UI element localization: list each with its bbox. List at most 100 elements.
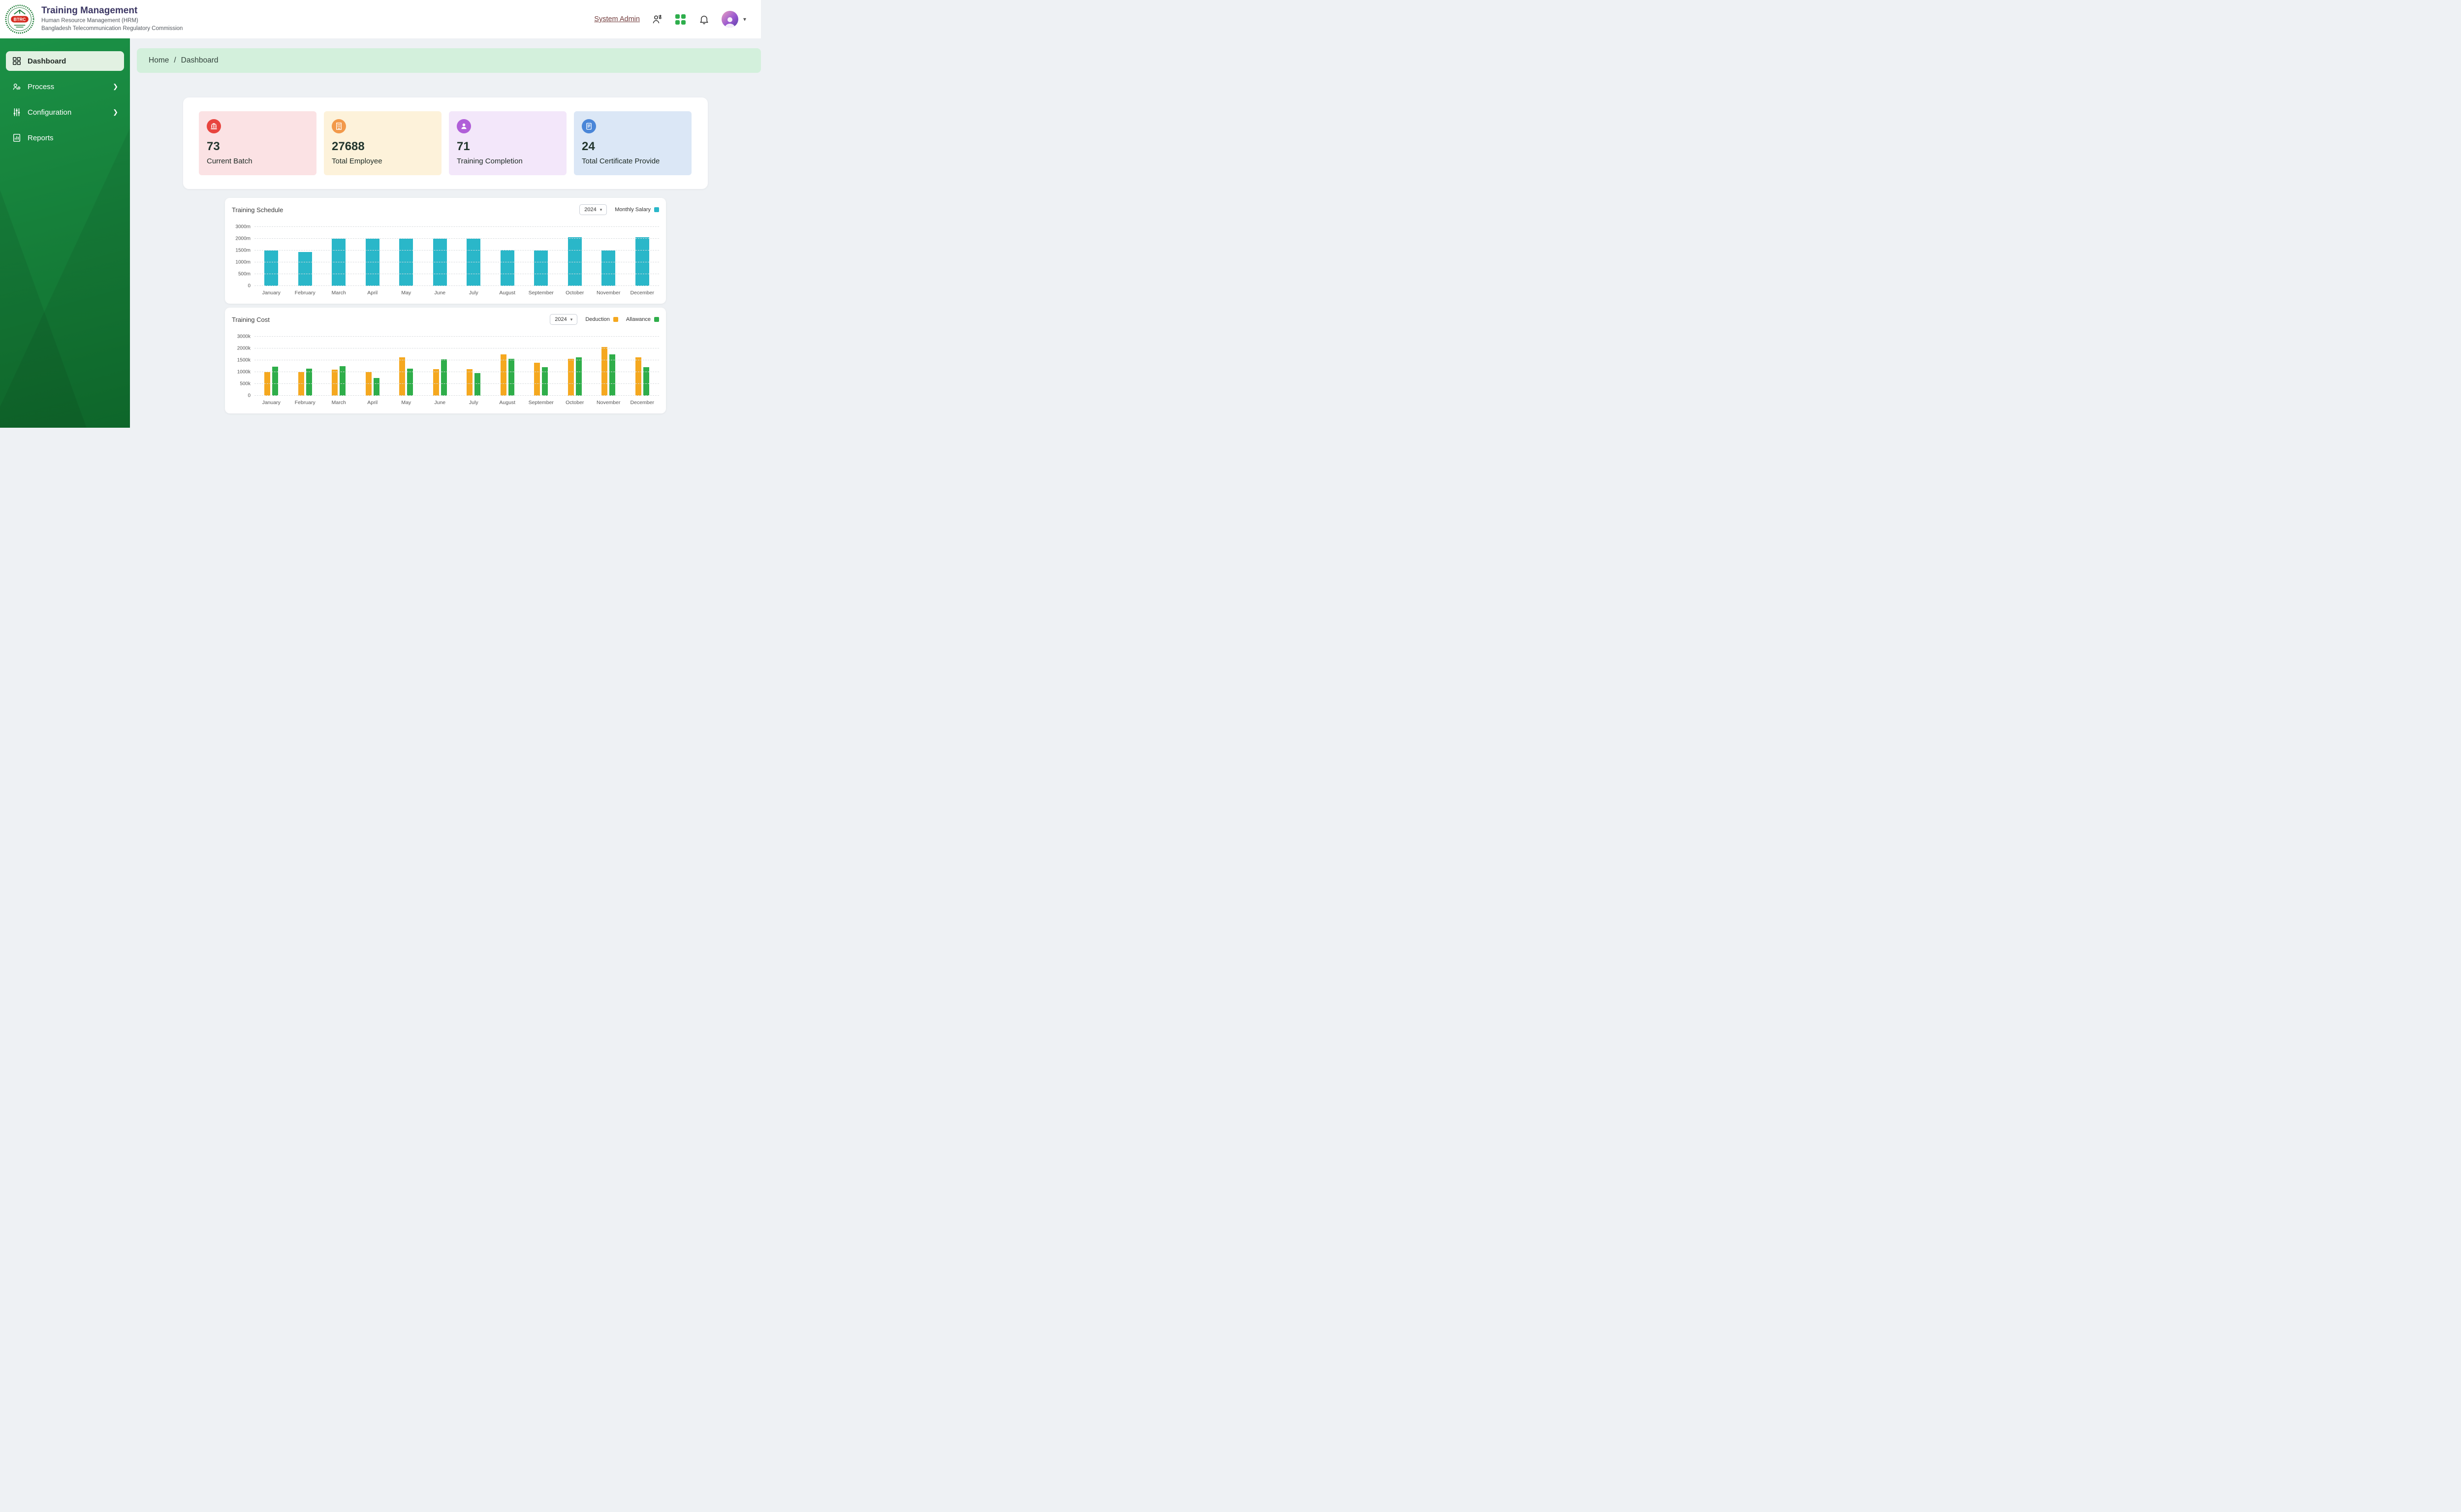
user-avatar[interactable] (722, 11, 738, 28)
app-subtitle-1: Human Resource Management (HRM) (41, 17, 183, 25)
reports-icon (12, 133, 22, 143)
dashboard-icon (12, 56, 22, 66)
bar-deduction (501, 354, 506, 396)
bar-allawance (340, 366, 346, 396)
bar-group (626, 227, 660, 286)
stat-card-training-completion: 71 Training Completion (449, 111, 567, 175)
stat-card-total-employee: 27688 Total Employee (324, 111, 442, 175)
sidebar-item-configuration[interactable]: Configuration ❯ (6, 102, 124, 122)
x-axis: JanuaryFebruaryMarchAprilMayJuneJulyAugu… (254, 400, 659, 409)
bar-group (254, 227, 288, 286)
bar-group (356, 337, 390, 396)
sidebar-item-dashboard[interactable]: Dashboard (6, 51, 124, 71)
legend-label: Deduction (585, 316, 610, 322)
system-admin-link[interactable]: System Admin (594, 15, 640, 23)
bar-deduction (332, 370, 338, 396)
year-dropdown-value: 2024 (584, 207, 596, 213)
bars-container (254, 337, 659, 396)
y-axis: 0500m1000m1500m2000m3000m (232, 227, 254, 286)
chevron-down-icon: ▾ (600, 207, 602, 213)
bar-allawance (407, 369, 413, 396)
sidebar-nav: Dashboard Process ❯ (0, 38, 130, 428)
legend-swatch (613, 317, 618, 322)
chart-header: Training Cost 2024 ▾ DeductionAllawance (232, 314, 659, 325)
x-tick-label: October (558, 290, 592, 299)
bar-deduction (568, 359, 574, 396)
bar-group (356, 227, 390, 286)
stat-card-total-certificate: 24 Total Certificate Provide (574, 111, 692, 175)
bar-monthly-salary (298, 252, 312, 286)
year-dropdown[interactable]: 2024 ▾ (550, 314, 577, 325)
person-icon (457, 119, 471, 133)
chart-legend: Monthly Salary (615, 207, 659, 213)
stat-label: Training Completion (457, 157, 559, 165)
x-tick-label: December (626, 290, 660, 299)
bar-monthly-salary (501, 250, 514, 286)
bar-deduction (399, 357, 405, 396)
bar-group (491, 337, 525, 396)
chevron-right-icon: ❯ (113, 108, 118, 116)
y-tick-label: 2000k (237, 346, 251, 351)
bar-group (592, 337, 626, 396)
stat-label: Total Employee (332, 157, 434, 165)
x-axis: JanuaryFebruaryMarchAprilMayJuneJulyAugu… (254, 290, 659, 299)
gridline (254, 336, 659, 337)
legend-label: Monthly Salary (615, 207, 651, 213)
sidebar-item-process[interactable]: Process ❯ (6, 77, 124, 96)
bar-group (254, 337, 288, 396)
gridline (254, 395, 659, 396)
x-tick-label: April (356, 290, 390, 299)
profile-chevron-down-icon[interactable]: ▾ (743, 16, 746, 23)
stat-card-current-batch: 73 Current Batch (199, 111, 316, 175)
main-content: Home / Dashboard 73 Current Batch (130, 38, 761, 428)
plot-area (254, 227, 659, 286)
x-tick-label: January (254, 290, 288, 299)
top-header: BTRC Training Management Human Resource … (0, 0, 761, 38)
x-tick-label: July (457, 400, 491, 409)
bar-allawance (508, 359, 514, 396)
y-tick-label: 0 (248, 393, 251, 399)
sidebar-item-label: Configuration (28, 108, 71, 117)
chart-title: Training Schedule (232, 206, 283, 214)
x-tick-label: September (524, 400, 558, 409)
btrc-logo: BTRC (4, 3, 35, 35)
x-tick-label: May (389, 400, 423, 409)
gridline (254, 250, 659, 251)
bar-deduction (433, 369, 439, 396)
chart-header: Training Schedule 2024 ▾ Monthly Salary (232, 204, 659, 215)
bar-deduction (467, 369, 473, 396)
training-cost-chart: Training Cost 2024 ▾ DeductionAllawance … (225, 308, 666, 413)
stat-value: 24 (582, 140, 684, 154)
bar-group (389, 227, 423, 286)
app-window: BTRC Training Management Human Resource … (0, 0, 761, 428)
bar-monthly-salary (332, 239, 346, 286)
x-tick-label: January (254, 400, 288, 409)
y-tick-label: 2000m (235, 236, 251, 242)
x-tick-label: February (288, 400, 322, 409)
gridline (254, 383, 659, 384)
apps-grid-icon[interactable] (674, 13, 687, 26)
x-tick-label: August (491, 290, 525, 299)
chevron-right-icon: ❯ (113, 83, 118, 91)
legend-label: Allawance (626, 316, 651, 322)
bar-group (524, 337, 558, 396)
y-tick-label: 1000k (237, 370, 251, 375)
y-tick-label: 1000m (235, 260, 251, 265)
legend-item: Monthly Salary (615, 207, 659, 213)
legend-swatch (654, 317, 659, 322)
svg-text:BTRC: BTRC (14, 17, 26, 22)
bar-group (389, 337, 423, 396)
breadcrumb-home[interactable]: Home (149, 56, 169, 65)
configuration-icon (12, 107, 22, 117)
bars-container (254, 227, 659, 286)
bar-allawance (474, 373, 480, 396)
app-title: Training Management (41, 5, 183, 16)
y-tick-label: 1500m (235, 248, 251, 253)
switch-user-icon[interactable] (651, 13, 663, 26)
sidebar-item-reports[interactable]: Reports (6, 128, 124, 148)
notifications-bell-icon[interactable] (698, 13, 711, 26)
x-tick-label: February (288, 290, 322, 299)
legend-item: Deduction (585, 316, 618, 322)
year-dropdown[interactable]: 2024 ▾ (579, 204, 607, 215)
bar-group (592, 227, 626, 286)
